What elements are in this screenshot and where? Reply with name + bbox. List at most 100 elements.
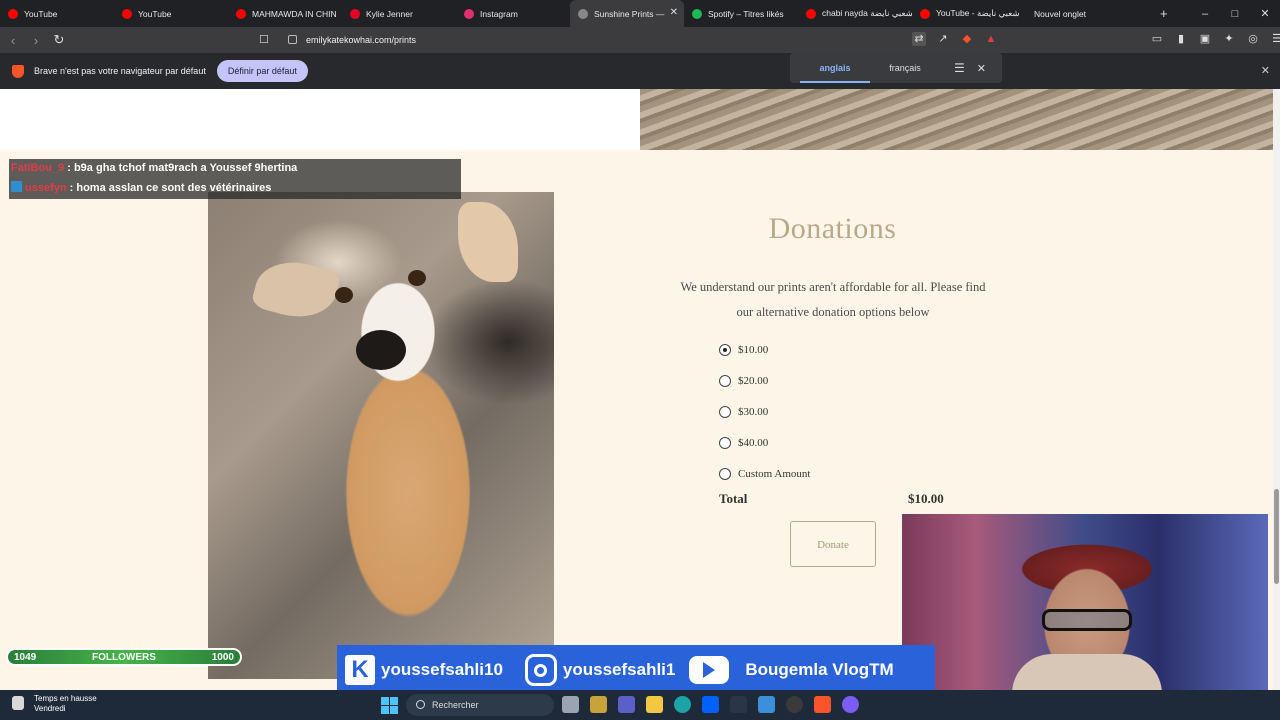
reading-list-icon[interactable]: ▮ <box>1174 32 1188 46</box>
chat-text: : homa asslan ce sont des vétérinaires <box>66 182 272 194</box>
pinterest-icon <box>350 8 360 19</box>
chat-message: FatiBou_9 : b9a gha tchof mat9rach a You… <box>11 159 297 178</box>
browser-tab[interactable]: MAHMAWDA IN CHIN <box>228 0 342 27</box>
donation-option[interactable]: Custom Amount <box>719 458 810 489</box>
weather-icon <box>12 696 24 710</box>
brave-shields-icon[interactable]: ◆ <box>960 32 974 46</box>
youtube-play <box>703 662 716 678</box>
browser-tab[interactable]: YouTube <box>114 0 228 27</box>
azure-icon[interactable] <box>758 696 775 713</box>
edge-icon[interactable] <box>674 696 691 713</box>
toolbar-actions: ▭ ▮ ▣ ✦ ◎ ☰ <box>1150 32 1280 46</box>
close-infobar-icon[interactable]: ✕ <box>1261 64 1270 77</box>
forward-icon[interactable]: › <box>26 33 46 48</box>
set-default-button[interactable]: Définir par défaut <box>216 60 308 82</box>
glasses <box>1042 609 1132 631</box>
dog-ear-right <box>458 202 518 282</box>
start-tile <box>381 697 389 705</box>
brave-icon[interactable] <box>814 696 831 713</box>
close-tab-icon[interactable]: ✕ <box>670 7 678 18</box>
weather-widget[interactable]: Temps en hausse Vendredi <box>12 694 97 714</box>
translate-menu-icon[interactable]: ☰ <box>954 61 965 75</box>
taskbar-search[interactable]: Rechercher <box>406 694 554 716</box>
site-icon <box>578 8 588 19</box>
new-tab-icon[interactable]: + <box>1160 6 1168 21</box>
translate-close-icon[interactable]: ✕ <box>977 62 986 75</box>
close-window-icon[interactable]: ✕ <box>1250 7 1280 20</box>
browser-tab[interactable]: Nouvel onglet <box>1026 0 1140 27</box>
radio-button[interactable] <box>719 374 731 387</box>
messenger-icon[interactable] <box>842 696 859 713</box>
radio-button[interactable] <box>719 436 731 449</box>
youtube-icon <box>236 8 246 19</box>
social-banner: K youssefsahli10 youssefsahli1 Bougemla … <box>337 645 935 695</box>
leo-ai-icon[interactable]: ✦ <box>1222 32 1236 46</box>
radio-button[interactable] <box>719 343 731 356</box>
reload-icon[interactable]: ↻ <box>49 32 69 48</box>
tab-label: Kylie Jenner <box>366 8 413 19</box>
menu-icon[interactable]: ☰ <box>1270 32 1280 46</box>
donations-description: We understand our prints aren't affordab… <box>680 280 986 319</box>
back-icon[interactable]: ‹ <box>3 33 23 48</box>
browser-tab[interactable]: Kylie Jenner <box>342 0 456 27</box>
tab-label: Sunshine Prints — <box>594 8 665 19</box>
brave-rewards-icon[interactable]: ▲ <box>984 32 998 46</box>
radio-button[interactable] <box>719 405 731 418</box>
donation-option[interactable]: $20.00 <box>719 365 810 396</box>
bookmark-icon[interactable]: ☐ <box>259 33 269 46</box>
youtube-handle: Bougemla VlogTM <box>745 660 894 679</box>
youtube-icon <box>920 8 930 19</box>
url-field[interactable]: emilykatekowhai.com/prints <box>280 31 930 49</box>
scrollbar-thumb[interactable] <box>1274 489 1279 584</box>
total-value: $10.00 <box>908 491 944 506</box>
donation-option[interactable]: $10.00 <box>719 334 810 365</box>
chat-user: FatiBou_9 <box>11 162 65 174</box>
task-view-icon[interactable] <box>562 696 579 713</box>
total-label: Total <box>719 491 748 506</box>
top-section <box>0 89 640 150</box>
app-icon[interactable] <box>590 696 607 713</box>
chrome-icon[interactable] <box>786 696 803 713</box>
weather-subtitle: Vendredi <box>34 704 66 713</box>
dog-ear-left <box>250 252 342 327</box>
translate-target-tab[interactable]: français <box>870 53 940 83</box>
maximize-icon[interactable]: □ <box>1220 8 1250 20</box>
stream-chat: FatiBou_9 : b9a gha tchof mat9rach a You… <box>9 159 461 199</box>
browser-tab[interactable]: Sunshine Prints — ✕ <box>570 0 684 27</box>
window-controls: – □ ✕ <box>1190 0 1280 27</box>
donation-option[interactable]: $40.00 <box>719 427 810 458</box>
vpn-icon[interactable]: ◎ <box>1246 32 1260 46</box>
translate-source-tab[interactable]: anglais <box>800 53 870 83</box>
instagram-icon <box>464 8 474 19</box>
minimize-icon[interactable]: – <box>1190 8 1220 20</box>
donate-button[interactable]: Donate <box>790 521 876 567</box>
browser-tab[interactable]: Spotify – Titres likés <box>684 0 798 27</box>
radio-button[interactable] <box>719 467 731 480</box>
browser-tab[interactable]: chabi nayda شعبي نايضة <box>798 0 912 27</box>
browser-tab[interactable]: YouTube - شعبي نايضة <box>912 0 1026 27</box>
site-info-icon[interactable] <box>288 35 297 44</box>
tab-label: YouTube <box>138 8 172 19</box>
translate-icon[interactable]: ⇄ <box>912 32 926 46</box>
scrollbar[interactable] <box>1273 89 1280 690</box>
chat-user: ussefyn <box>25 182 67 194</box>
b-app-icon[interactable] <box>730 696 747 713</box>
sidebar-icon[interactable]: ▭ <box>1150 32 1164 46</box>
infobar-message: Brave n'est pas votre navigateur par déf… <box>34 66 206 76</box>
url-text: emilykatekowhai.com/prints <box>306 35 417 45</box>
windows-start-icon[interactable] <box>381 697 398 714</box>
translate-popup: anglais français ☰ ✕ <box>790 53 1002 83</box>
share-icon[interactable]: ↗ <box>936 32 950 46</box>
wallet-icon[interactable]: ▣ <box>1198 32 1212 46</box>
teams-icon[interactable] <box>618 696 635 713</box>
chat-text: : b9a gha tchof mat9rach a Youssef 9hert… <box>64 162 298 174</box>
address-actions: ⇄ ↗ ◆ ▲ <box>912 32 998 46</box>
donation-option[interactable]: $30.00 <box>719 396 810 427</box>
browser-tab[interactable]: YouTube <box>0 0 114 27</box>
browser-tab[interactable]: Instagram <box>456 0 570 27</box>
file-explorer-icon[interactable] <box>646 696 663 713</box>
chat-message: ussefyn : homa asslan ce sont des vétéri… <box>11 179 271 198</box>
tab-label: YouTube <box>24 8 58 19</box>
start-tile <box>390 706 398 714</box>
dropbox-icon[interactable] <box>702 696 719 713</box>
